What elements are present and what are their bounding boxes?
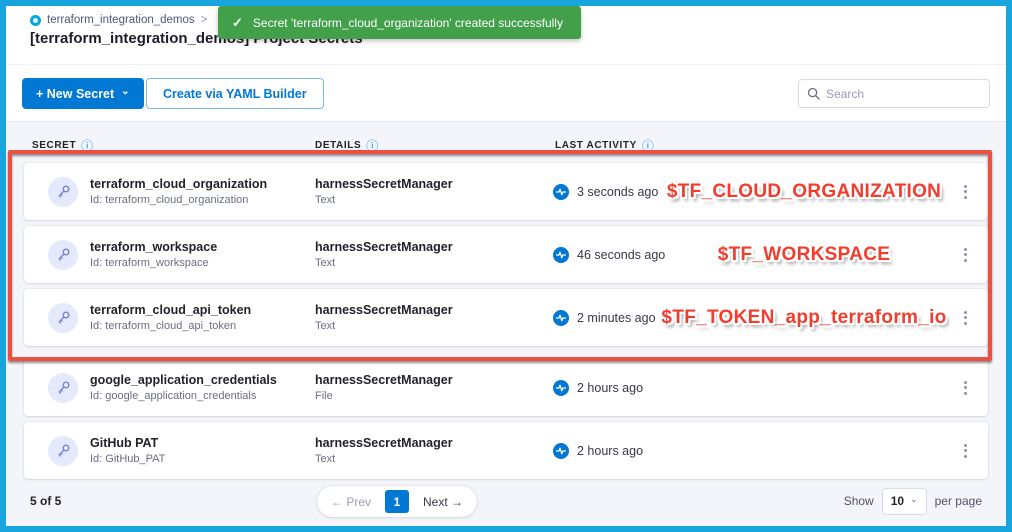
secret-type: Text xyxy=(315,319,553,334)
last-activity-cell: 2 hours ago xyxy=(553,380,956,396)
secret-name: google_application_credentials xyxy=(90,372,277,389)
secret-name: GitHub PAT xyxy=(90,435,165,452)
table-row[interactable]: terraform_cloud_api_token Id: terraform_… xyxy=(24,289,988,346)
secret-manager: harnessSecretManager xyxy=(315,372,553,389)
activity-icon xyxy=(553,247,569,263)
secret-type: File xyxy=(315,389,553,404)
activity-icon xyxy=(553,380,569,396)
row-count: 5 of 5 xyxy=(30,494,61,508)
activity-text: 2 hours ago xyxy=(577,381,643,395)
project-icon xyxy=(30,15,41,26)
last-activity-cell: 3 seconds ago xyxy=(553,184,956,200)
new-secret-button[interactable]: + New Secret ⌄ xyxy=(22,78,144,109)
show-label: Show xyxy=(844,494,874,508)
details-cell: harnessSecretManager Text xyxy=(315,302,553,334)
row-menu-button[interactable] xyxy=(956,311,974,325)
success-toast: ✓ Secret 'terraform_cloud_organization' … xyxy=(218,6,581,39)
secret-name: terraform_cloud_organization xyxy=(90,176,267,193)
key-icon xyxy=(48,177,78,207)
activity-text: 2 minutes ago xyxy=(577,311,656,325)
secret-type: Text xyxy=(315,452,553,467)
last-activity-cell: 2 hours ago xyxy=(553,443,956,459)
table-row[interactable]: terraform_cloud_organization Id: terrafo… xyxy=(24,163,988,220)
prev-page-button[interactable]: ← Prev xyxy=(321,495,381,509)
search-box[interactable] xyxy=(798,79,990,108)
breadcrumb[interactable]: terraform_integration_demos > xyxy=(30,14,207,26)
page-size-control: Show 10 ⌄ per page xyxy=(844,488,982,515)
column-header-last-activity: LAST ACTIVITY ⓘ xyxy=(555,137,654,154)
page-size-select[interactable]: 10 ⌄ xyxy=(882,488,927,515)
details-cell: harnessSecretManager Text xyxy=(315,435,553,467)
details-cell: harnessSecretManager File xyxy=(315,372,553,404)
details-cell: harnessSecretManager Text xyxy=(315,176,553,208)
table-footer: 5 of 5 ← Prev 1 Next → Show 10 ⌄ per pag… xyxy=(6,478,1006,524)
activity-icon xyxy=(553,184,569,200)
info-icon[interactable]: ⓘ xyxy=(642,137,654,154)
page-number-button[interactable]: 1 xyxy=(385,490,409,513)
next-page-button[interactable]: Next → xyxy=(413,495,473,509)
key-icon xyxy=(48,436,78,466)
row-menu-button[interactable] xyxy=(956,248,974,262)
column-header-secret: SECRET ⓘ xyxy=(32,137,315,154)
table-row[interactable]: terraform_workspace Id: terraform_worksp… xyxy=(24,226,988,283)
activity-text: 2 hours ago xyxy=(577,444,643,458)
secret-cell: terraform_cloud_organization Id: terrafo… xyxy=(48,176,315,208)
secret-cell: terraform_workspace Id: terraform_worksp… xyxy=(48,239,315,271)
per-page-label: per page xyxy=(935,494,982,508)
table-header-row: SECRET ⓘ DETAILS ⓘ LAST ACTIVITY ⓘ xyxy=(24,127,988,163)
secret-name: terraform_cloud_api_token xyxy=(90,302,251,319)
info-icon[interactable]: ⓘ xyxy=(366,137,378,154)
breadcrumb-project[interactable]: terraform_integration_demos xyxy=(47,14,195,26)
secret-id: Id: GitHub_PAT xyxy=(90,452,165,467)
key-icon xyxy=(48,373,78,403)
secret-id: Id: google_application_credentials xyxy=(90,389,277,404)
check-icon: ✓ xyxy=(232,15,243,31)
breadcrumb-separator: > xyxy=(201,14,208,26)
key-icon xyxy=(48,240,78,270)
secret-manager: harnessSecretManager xyxy=(315,302,553,319)
last-activity-cell: 46 seconds ago xyxy=(553,247,956,263)
activity-icon xyxy=(553,443,569,459)
info-icon[interactable]: ⓘ xyxy=(81,137,93,154)
row-menu-button[interactable] xyxy=(956,381,974,395)
secrets-table: SECRET ⓘ DETAILS ⓘ LAST ACTIVITY ⓘ terra… xyxy=(6,122,1006,526)
toolbar: + New Secret ⌄ Create via YAML Builder xyxy=(6,64,1006,122)
page-size-value: 10 xyxy=(891,494,904,508)
new-secret-label: + New Secret xyxy=(36,87,114,101)
search-input[interactable] xyxy=(826,87,981,101)
secret-manager: harnessSecretManager xyxy=(315,435,553,452)
details-cell: harnessSecretManager Text xyxy=(315,239,553,271)
secret-manager: harnessSecretManager xyxy=(315,176,553,193)
activity-text: 3 seconds ago xyxy=(577,185,658,199)
secret-name: terraform_workspace xyxy=(90,239,217,256)
secret-manager: harnessSecretManager xyxy=(315,239,553,256)
yaml-builder-button[interactable]: Create via YAML Builder xyxy=(146,78,324,109)
secret-id: Id: terraform_workspace xyxy=(90,256,217,271)
column-header-details: DETAILS ⓘ xyxy=(315,137,555,154)
activity-icon xyxy=(553,310,569,326)
secret-cell: google_application_credentials Id: googl… xyxy=(48,372,315,404)
toast-message: Secret 'terraform_cloud_organization' cr… xyxy=(253,16,563,30)
app-window: terraform_integration_demos > [terraform… xyxy=(0,0,1012,532)
secret-id: Id: terraform_cloud_organization xyxy=(90,193,267,208)
secret-cell: GitHub PAT Id: GitHub_PAT xyxy=(48,435,315,467)
secret-id: Id: terraform_cloud_api_token xyxy=(90,319,251,334)
pagination: ← Prev 1 Next → xyxy=(317,486,477,517)
key-icon xyxy=(48,303,78,333)
row-menu-button[interactable] xyxy=(956,444,974,458)
secret-type: Text xyxy=(315,193,553,208)
activity-text: 46 seconds ago xyxy=(577,248,665,262)
secret-type: Text xyxy=(315,256,553,271)
table-row[interactable]: GitHub PAT Id: GitHub_PAT harnessSecretM… xyxy=(24,422,988,479)
secret-cell: terraform_cloud_api_token Id: terraform_… xyxy=(48,302,315,334)
table-row[interactable]: google_application_credentials Id: googl… xyxy=(24,359,988,416)
chevron-down-icon: ⌄ xyxy=(910,494,918,505)
search-icon xyxy=(807,87,820,100)
chevron-down-icon: ⌄ xyxy=(121,86,129,97)
row-menu-button[interactable] xyxy=(956,185,974,199)
last-activity-cell: 2 minutes ago xyxy=(553,310,956,326)
